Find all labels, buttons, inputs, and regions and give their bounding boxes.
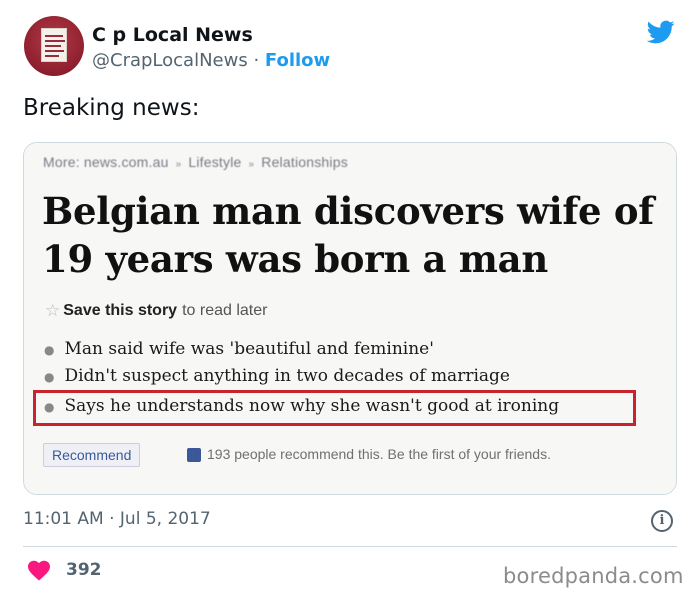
breadcrumb: More: news.com.au» Lifestyle» Relationship…: [43, 154, 348, 170]
author-handle-row: @CrapLocalNews · Follow: [92, 50, 330, 71]
author-name-row[interactable]: C p Local News: [92, 24, 253, 46]
article-screenshot: More: news.com.au» Lifestyle» Relationship…: [24, 143, 676, 494]
like-row[interactable]: 392: [27, 559, 102, 581]
bullet-text: Man said wife was 'beautiful and feminin…: [64, 339, 434, 359]
tweet-text: Breaking news:: [23, 95, 200, 121]
facebook-icon: [187, 448, 201, 462]
recommend-row: Recommend 193 people recommend this. Be …: [43, 441, 663, 471]
avatar-newspaper-image: [41, 28, 67, 62]
save-story-label: Save this story: [63, 302, 178, 319]
divider: [23, 546, 677, 547]
heart-icon[interactable]: [27, 559, 51, 581]
breadcrumb-item: Lifestyle: [188, 154, 242, 170]
recommend-button: Recommend: [43, 443, 141, 467]
author-handle[interactable]: @CrapLocalNews: [92, 50, 248, 71]
author-display-name[interactable]: C p Local News: [92, 24, 253, 46]
watermark: boredpanda.com: [503, 564, 684, 588]
tweet-timestamp[interactable]: 11:01 AM · Jul 5, 2017: [23, 509, 211, 529]
save-story-suffix: to read later: [182, 302, 268, 319]
twitter-bird-icon[interactable]: [645, 18, 677, 46]
like-count: 392: [66, 560, 102, 580]
info-icon[interactable]: i: [651, 510, 673, 532]
article-headline: Belgian man discovers wife of 19 years w…: [42, 189, 654, 281]
breadcrumb-item: More: news.com.au: [43, 154, 169, 170]
save-story-row: ☆ Save this story to read later: [45, 301, 267, 321]
bullet-text: Didn't suspect anything in two decades o…: [64, 366, 510, 386]
breadcrumb-item: Relationships: [261, 154, 348, 170]
star-icon: ☆: [45, 301, 61, 320]
avatar[interactable]: [24, 16, 84, 76]
follow-button[interactable]: Follow: [265, 50, 330, 71]
handle-separator: ·: [253, 50, 265, 71]
tweet-media-image[interactable]: More: news.com.au» Lifestyle» Relationship…: [23, 142, 677, 495]
recommend-count-text: 193 people recommend this. Be the first …: [207, 446, 551, 462]
highlight-box: [33, 390, 636, 426]
article-bullet: ● Man said wife was 'beautiful and femini…: [44, 339, 434, 359]
article-bullet: ● Didn't suspect anything in two decades …: [44, 366, 510, 386]
